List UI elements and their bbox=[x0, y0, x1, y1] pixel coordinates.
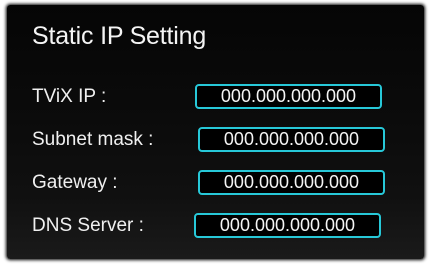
dialog-title: Static IP Setting bbox=[32, 22, 207, 50]
subnet-mask-field[interactable]: 000.000.000.000 bbox=[198, 127, 385, 152]
subnet-mask-label: Subnet mask : bbox=[32, 129, 154, 150]
tvix-ip-label: TViX IP : bbox=[32, 86, 107, 107]
dns-server-label: DNS Server : bbox=[32, 215, 144, 236]
static-ip-dialog: Static IP Setting TViX IP : 000.000.000.… bbox=[7, 5, 424, 259]
gateway-label: Gateway : bbox=[32, 172, 118, 193]
gateway-field[interactable]: 000.000.000.000 bbox=[198, 170, 385, 195]
dns-server-field[interactable]: 000.000.000.000 bbox=[194, 213, 381, 238]
tvix-ip-field[interactable]: 000.000.000.000 bbox=[195, 84, 382, 109]
